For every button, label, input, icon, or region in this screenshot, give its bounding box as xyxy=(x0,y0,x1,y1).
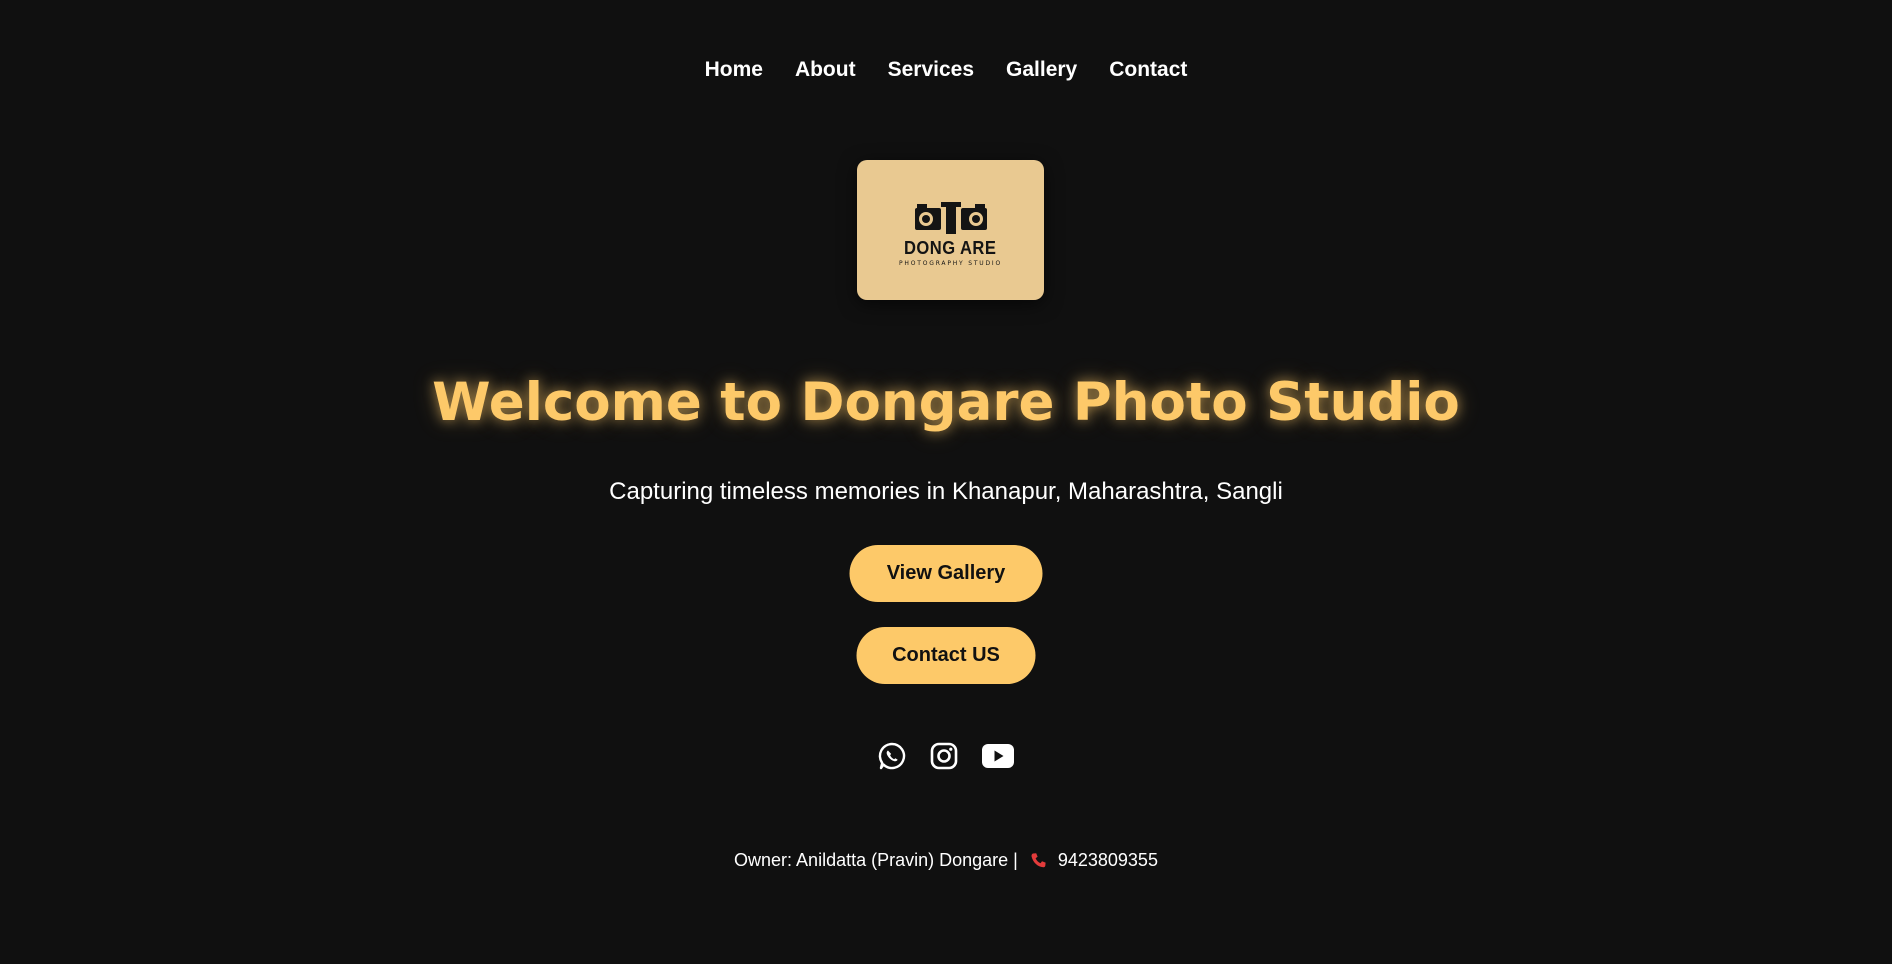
hero-subtitle: Capturing timeless memories in Khanapur,… xyxy=(609,478,1283,505)
main-nav: Home About Services Gallery Contact xyxy=(0,58,1892,82)
nav-gallery-link[interactable]: Gallery xyxy=(1006,58,1077,82)
camera-logo-icon xyxy=(914,201,987,234)
nav-services-link[interactable]: Services xyxy=(888,58,974,82)
studio-logo: DONG ARE PHOTOGRAPHY STUDIO xyxy=(857,160,1044,300)
whatsapp-icon[interactable] xyxy=(877,741,907,771)
logo-tagline: PHOTOGRAPHY STUDIO xyxy=(899,259,1002,267)
owner-text: Owner: Anildatta (Pravin) Dongare | xyxy=(734,850,1018,870)
footer: Owner: Anildatta (Pravin) Dongare | 9423… xyxy=(0,850,1892,871)
view-gallery-button[interactable]: View Gallery xyxy=(849,545,1043,602)
logo-name: DONG ARE xyxy=(904,237,997,258)
nav-about-link[interactable]: About xyxy=(795,58,856,82)
social-links xyxy=(0,741,1892,771)
nav-home-link[interactable]: Home xyxy=(705,58,763,82)
hero-title: Welcome to Dongare Photo Studio xyxy=(432,372,1460,433)
youtube-icon[interactable] xyxy=(981,743,1015,769)
phone-icon xyxy=(1030,852,1048,870)
instagram-icon[interactable] xyxy=(929,741,959,771)
phone-number[interactable]: 9423809355 xyxy=(1058,850,1158,871)
contact-us-button[interactable]: Contact US xyxy=(856,627,1036,684)
nav-contact-link[interactable]: Contact xyxy=(1109,58,1187,82)
